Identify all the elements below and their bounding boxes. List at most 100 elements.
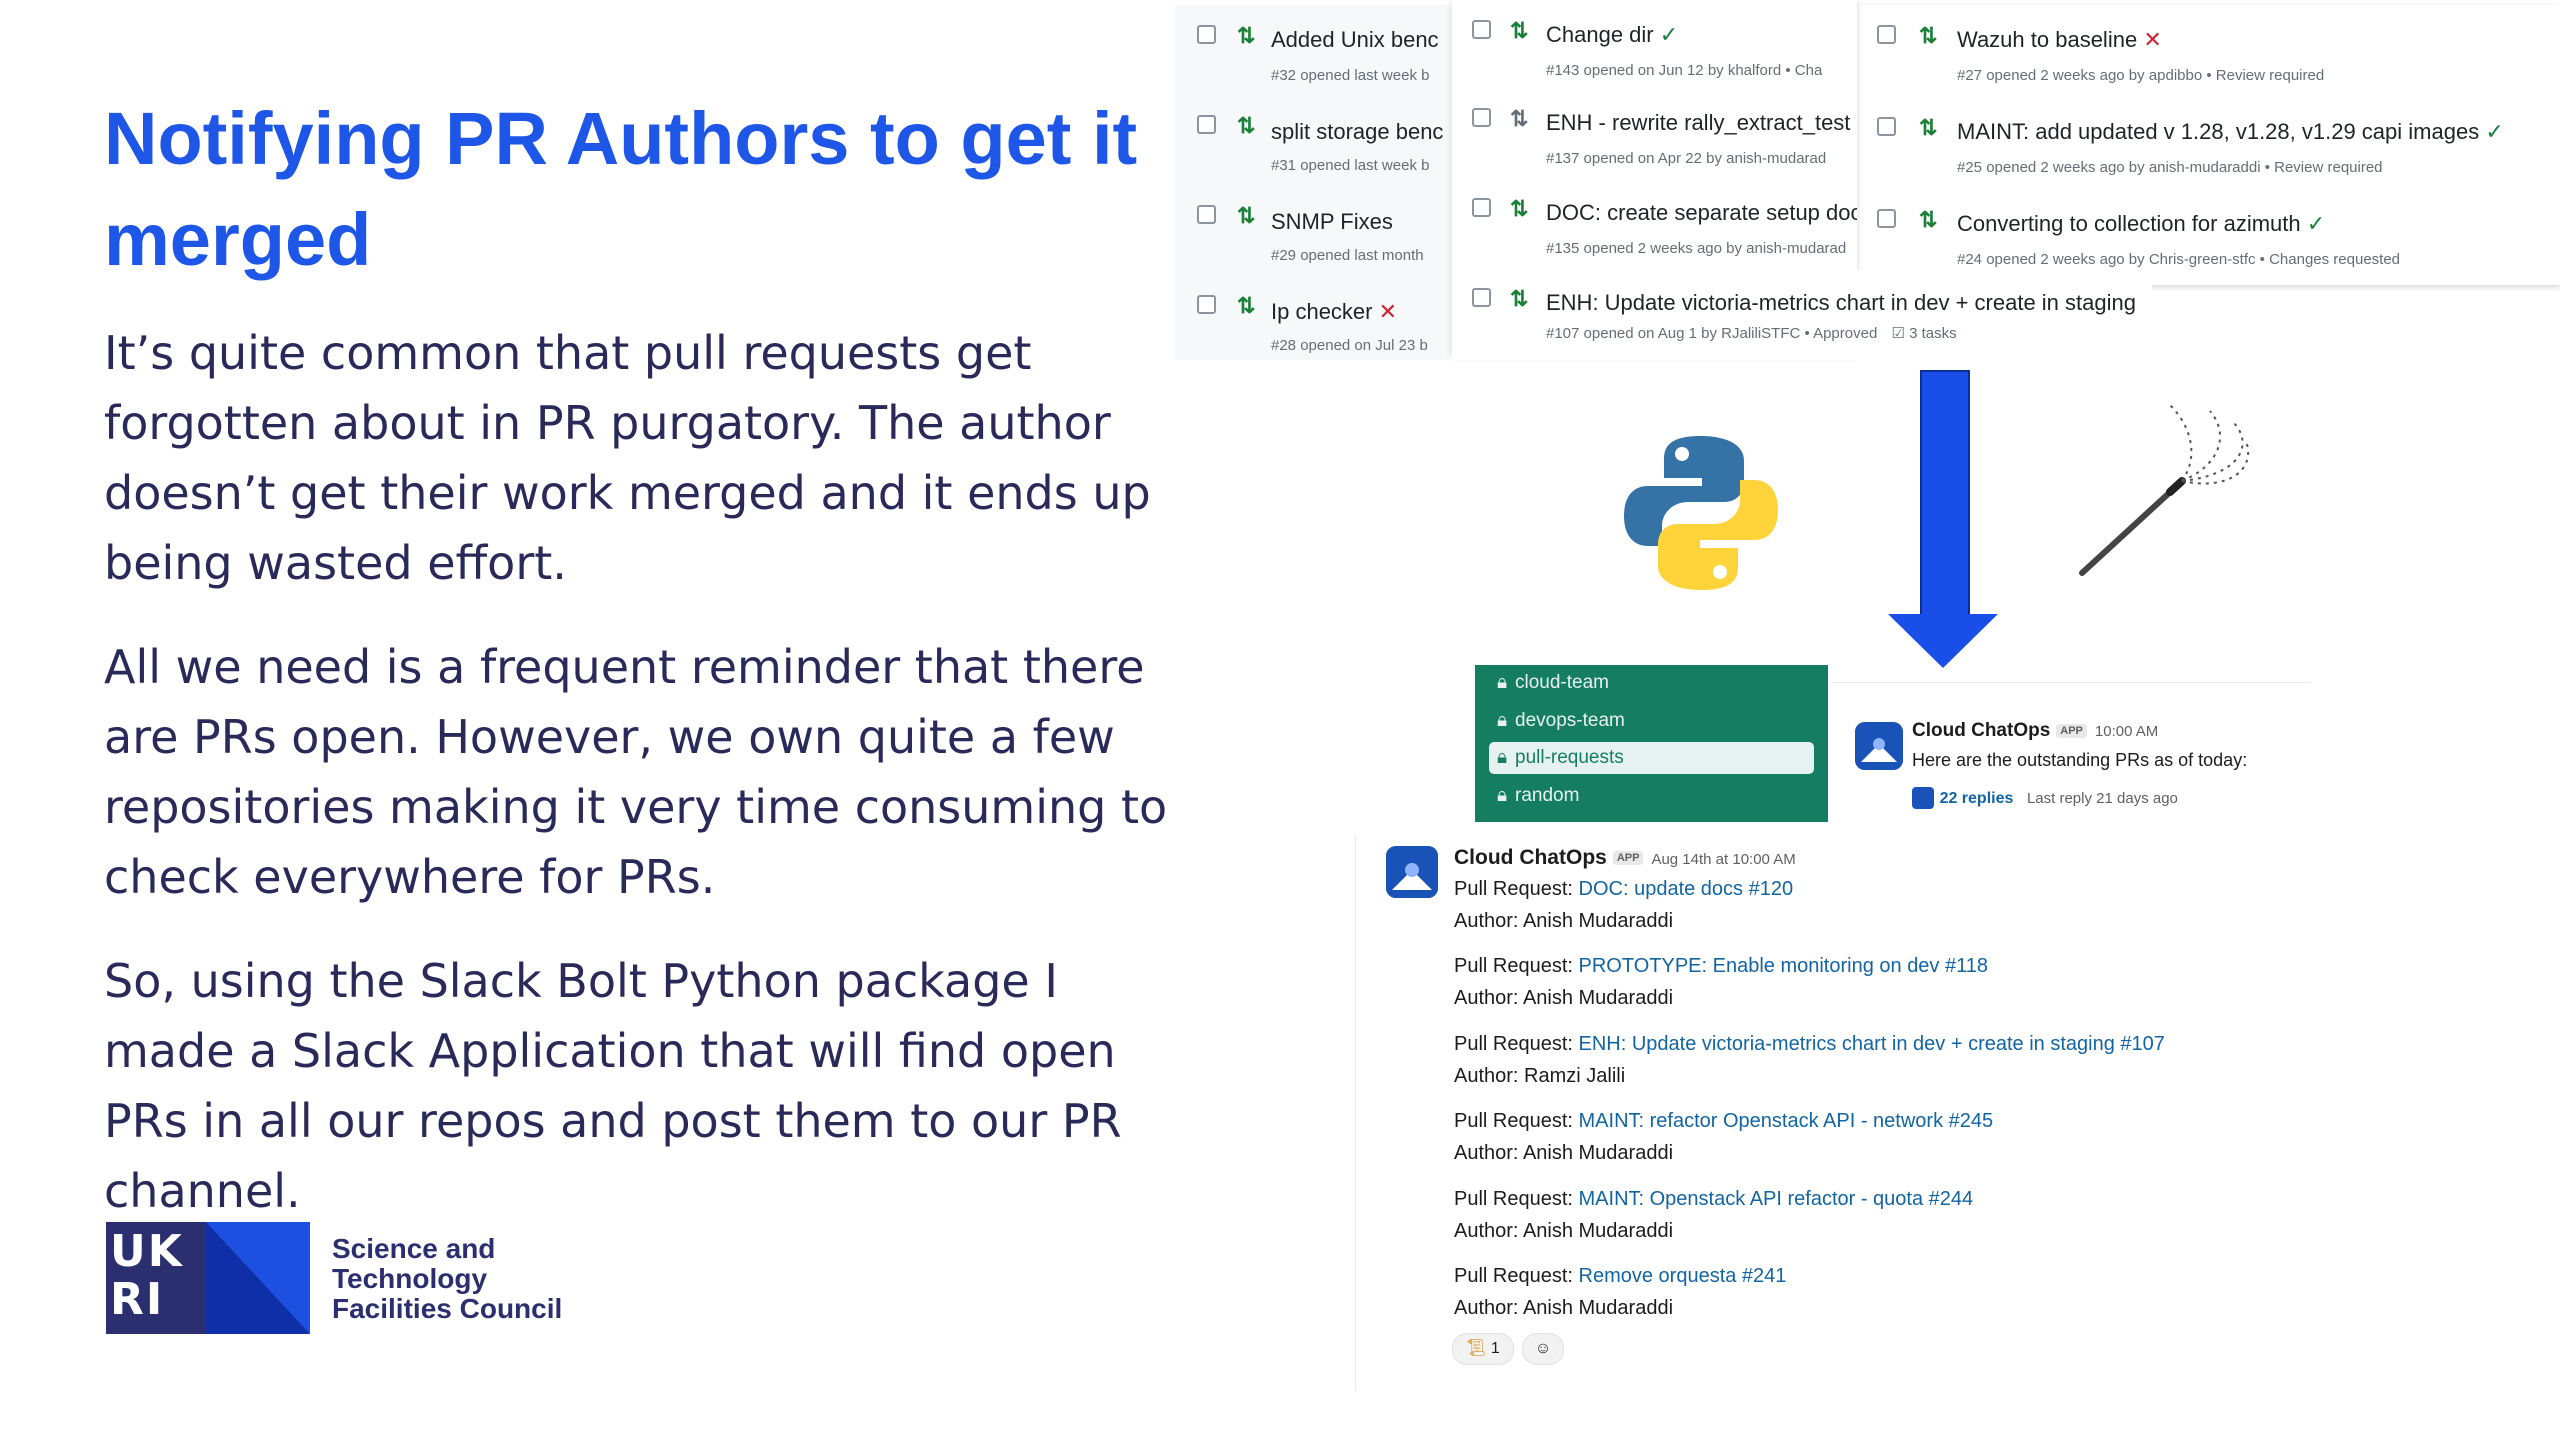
pr-checkbox[interactable] — [1877, 117, 1896, 136]
author-line: Author: Anish Mudaraddi — [1454, 1142, 1674, 1164]
pr-title[interactable]: Added Unix benc — [1271, 27, 1439, 53]
pr-link[interactable]: MAINT: refactor Openstack API - network … — [1579, 1110, 1994, 1132]
author-line: Author: Anish Mudaraddi — [1454, 987, 1674, 1009]
pr-line: Pull Request: MAINT: Openstack API refac… — [1454, 1188, 1974, 1210]
pr-row[interactable]: ⇅ SNMP Fixes #29 opened last month — [1175, 185, 1450, 275]
pr-checkbox[interactable] — [1197, 295, 1216, 314]
last-reply: Last reply 21 days ago — [2026, 790, 2178, 807]
pr-title[interactable]: MAINT: add updated v 1.28, v1.28, v1.29 … — [1957, 119, 2504, 145]
pr-link[interactable]: MAINT: Openstack API refactor - quota #2… — [1579, 1188, 1974, 1210]
pull-request-icon: ⇅ — [1919, 115, 1938, 140]
lock-icon: 🔒︎ — [1496, 785, 1508, 806]
lock-icon: 🔒︎ — [1496, 747, 1508, 768]
channel-cloud-team[interactable]: 🔒︎ cloud-team — [1489, 667, 1814, 699]
pr-meta: #137 opened on Apr 22 by anish-mudarad — [1546, 150, 1827, 167]
pr-link[interactable]: ENH: Update victoria-metrics chart in de… — [1579, 1033, 2165, 1055]
pr-row[interactable]: ⇅ Converting to collection for azimuth ✓… — [1857, 189, 2560, 279]
pr-checkbox[interactable] — [1877, 209, 1896, 228]
pr-meta: #24 opened 2 weeks ago by Chris-green-st… — [1957, 251, 2401, 268]
pr-row[interactable]: ⇅ Change dir ✓ #143 opened on Jun 12 by … — [1452, 0, 1857, 90]
pr-meta: #29 opened last month — [1271, 247, 1424, 264]
pr-meta: #143 opened on Jun 12 by khalford • Cha — [1546, 62, 1823, 79]
bot-avatar[interactable] — [1855, 722, 1903, 770]
pr-row[interactable]: ⇅ ENH: Update victoria-metrics chart in … — [1452, 270, 2152, 360]
flow-arrow-shaft — [1920, 370, 1970, 624]
paragraph-solution: So, using the Slack Bolt Python package … — [104, 954, 1122, 1218]
add-reaction-button[interactable]: ☺ — [1522, 1333, 1564, 1365]
pr-row[interactable]: ⇅ Added Unix benc #32 opened last week b — [1175, 5, 1450, 95]
slack-channel-sidebar: 🔒︎ cloud-team 🔒︎ devops-team 🔒︎ pull-reques… — [1475, 665, 1828, 822]
pull-request-icon: ⇅ — [1510, 196, 1529, 221]
pr-title[interactable]: Change dir ✓ — [1546, 22, 1678, 48]
pr-line: Pull Request: DOC: update docs #120 — [1454, 878, 1794, 900]
ci-failed-icon: ✕ — [1378, 299, 1398, 324]
bot-avatar[interactable] — [1386, 846, 1438, 898]
pr-row[interactable]: ⇅ Wazuh to baseline ✕ #27 opened 2 weeks… — [1857, 5, 2560, 95]
pr-meta: #25 opened 2 weeks ago by anish-mudaradd… — [1957, 159, 2383, 176]
channel-pull-requests[interactable]: 🔒︎ pull-requests — [1489, 742, 1814, 774]
pr-title[interactable]: Wazuh to baseline ✕ — [1957, 27, 2162, 53]
draft-pull-request-icon: ⇅ — [1510, 106, 1529, 131]
pr-link[interactable]: DOC: update docs #120 — [1579, 878, 1794, 900]
pr-checkbox[interactable] — [1472, 108, 1491, 127]
lock-icon: 🔒︎ — [1496, 672, 1508, 693]
pull-request-icon: ⇅ — [1237, 293, 1256, 318]
pr-line: Pull Request: MAINT: refactor Openstack … — [1454, 1110, 1994, 1132]
ci-failed-icon: ✕ — [2143, 27, 2162, 52]
pr-checkbox[interactable] — [1472, 288, 1491, 307]
task-list-icon: ☑ — [1891, 325, 1905, 342]
thread-replies[interactable]: 22 replies Last reply 21 days ago — [1912, 786, 2178, 809]
pr-title[interactable]: Converting to collection for azimuth ✓ — [1957, 211, 2325, 237]
author-line: Author: Ramzi Jalili — [1454, 1065, 1626, 1087]
pull-request-icon: ⇅ — [1237, 23, 1256, 48]
pr-title[interactable]: split storage benc — [1271, 119, 1443, 145]
pull-request-icon: ⇅ — [1919, 23, 1938, 48]
pr-link[interactable]: Remove orquesta #241 — [1579, 1265, 1787, 1287]
magic-wand-icon — [2079, 404, 2249, 576]
message-text: Here are the outstanding PRs as of today… — [1912, 750, 2248, 770]
pr-checkbox[interactable] — [1197, 205, 1216, 224]
replier-avatar — [1912, 786, 1934, 809]
sender-name[interactable]: Cloud ChatOps APP 10:00 AM — [1912, 720, 2158, 742]
pr-title[interactable]: ENH - rewrite rally_extract_test — [1546, 110, 1850, 136]
github-pr-list-2: ⇅ Change dir ✓ #143 opened on Jun 12 by … — [1452, 0, 2152, 360]
pr-checkbox[interactable] — [1472, 20, 1491, 39]
github-pr-list-1: ⇅ Added Unix benc #32 opened last week b… — [1175, 5, 1450, 360]
channel-random[interactable]: 🔒︎ random — [1489, 780, 1814, 812]
pr-checkbox[interactable] — [1197, 25, 1216, 44]
replies-link[interactable]: 22 replies — [1940, 790, 2014, 807]
timestamp[interactable]: Aug 14th at 10:00 AM — [1651, 851, 1795, 868]
pr-checkbox[interactable] — [1877, 25, 1896, 44]
pull-request-icon: ⇅ — [1237, 203, 1256, 228]
ci-passed-icon: ✓ — [2485, 119, 2504, 144]
python-logo-icon — [1624, 436, 1778, 590]
author-line: Author: Anish Mudaraddi — [1454, 1220, 1674, 1242]
pr-row[interactable]: ⇅ DOC: create separate setup docs #135 o… — [1452, 178, 1857, 268]
pr-title[interactable]: SNMP Fixes — [1271, 209, 1393, 235]
pr-meta: #31 opened last week b — [1271, 157, 1430, 174]
reaction-button[interactable]: 📜︎ 1 — [1452, 1333, 1514, 1365]
pr-row[interactable]: ⇅ ENH - rewrite rally_extract_test #137 … — [1452, 88, 1857, 178]
pr-line: Pull Request: PROTOTYPE: Enable monitori… — [1454, 955, 1988, 977]
pr-meta: #27 opened 2 weeks ago by apdibbo • Revi… — [1957, 67, 2325, 84]
pr-title[interactable]: Ip checker ✕ — [1271, 299, 1397, 325]
pull-request-icon: ⇅ — [1919, 207, 1938, 232]
organisation-name: Science and Technology Facilities Counci… — [332, 1233, 563, 1324]
timestamp[interactable]: 10:00 AM — [2095, 723, 2158, 740]
author-line: Author: Anish Mudaraddi — [1454, 1297, 1674, 1319]
pr-link[interactable]: PROTOTYPE: Enable monitoring on dev #118 — [1579, 955, 1988, 977]
pr-checkbox[interactable] — [1197, 115, 1216, 134]
ukri-logo-letters: UK RI — [110, 1226, 184, 1325]
pr-title[interactable]: DOC: create separate setup docs — [1546, 200, 1857, 226]
pull-request-icon: ⇅ — [1510, 18, 1529, 43]
pr-title[interactable]: ENH: Update victoria-metrics chart in de… — [1546, 290, 2136, 316]
pr-row[interactable]: ⇅ split storage benc #31 opened last wee… — [1175, 95, 1450, 185]
channel-devops-team[interactable]: 🔒︎ devops-team — [1489, 705, 1814, 737]
pr-row[interactable]: ⇅ Ip checker ✕ #28 opened on Jul 23 b — [1175, 275, 1450, 360]
pr-row[interactable]: ⇅ MAINT: add updated v 1.28, v1.28, v1.2… — [1857, 97, 2560, 187]
pr-checkbox[interactable] — [1472, 198, 1491, 217]
app-badge: APP — [2056, 723, 2087, 738]
sender-name[interactable]: Cloud ChatOps APP Aug 14th at 10:00 AM — [1454, 846, 1796, 870]
pull-request-icon: ⇅ — [1237, 113, 1256, 138]
slack-thread-message[interactable]: Cloud ChatOps APP 10:00 AM Here are the ou… — [1850, 710, 2500, 820]
